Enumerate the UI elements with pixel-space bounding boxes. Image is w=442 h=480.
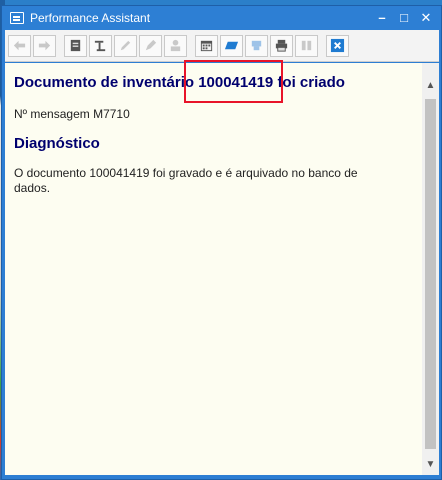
tools-icon [94,40,106,52]
save-icon [251,40,262,51]
flag-icon [224,41,239,50]
save-button[interactable] [245,34,268,57]
user-button[interactable] [164,34,187,57]
scroll-up-icon[interactable]: ▲ [422,77,439,94]
minimize-button[interactable]: – [373,9,391,27]
calendar-button[interactable] [195,34,218,57]
print-icon [275,39,288,52]
tools-button[interactable] [89,34,112,57]
flag-button[interactable] [220,34,243,57]
scroll-down-icon[interactable]: ▼ [422,456,439,473]
edit-document-button[interactable] [114,34,137,57]
close-doc-icon [330,38,345,53]
maximize-button[interactable]: □ [395,9,413,27]
back-button[interactable] [8,34,31,57]
app-window-icon [10,12,24,24]
title-bar: Performance Assistant – □ ✕ [2,6,441,30]
split-button[interactable] [295,34,318,57]
window-controls: – □ ✕ [373,9,435,27]
window-title: Performance Assistant [30,11,151,25]
close-document-button[interactable] [326,34,349,57]
toolbar [5,30,439,62]
forward-button[interactable] [33,34,56,57]
close-button[interactable]: ✕ [417,9,435,27]
user-icon [170,39,181,52]
edit-document-icon [120,40,131,51]
technical-info-button[interactable] [64,34,87,57]
print-button[interactable] [270,34,293,57]
message-number: Nº mensagem M7710 [14,107,130,121]
forward-icon [38,40,51,51]
diagnostic-text: O documento 100041419 foi gravado e é ar… [14,166,358,195]
technical-info-icon [70,39,81,52]
scroll-thumb[interactable] [425,99,436,449]
split-icon [301,40,312,51]
highlight-button[interactable] [139,34,162,57]
vertical-scrollbar[interactable]: ▲ ▼ [422,63,439,475]
calendar-icon [200,40,213,52]
diagnostic-heading: Diagnóstico [14,135,100,152]
back-icon [13,40,26,51]
highlight-icon [145,39,157,51]
help-content: Documento de inventário 100041419 foi cr… [5,63,422,475]
annotation-highlight-box [184,60,283,103]
